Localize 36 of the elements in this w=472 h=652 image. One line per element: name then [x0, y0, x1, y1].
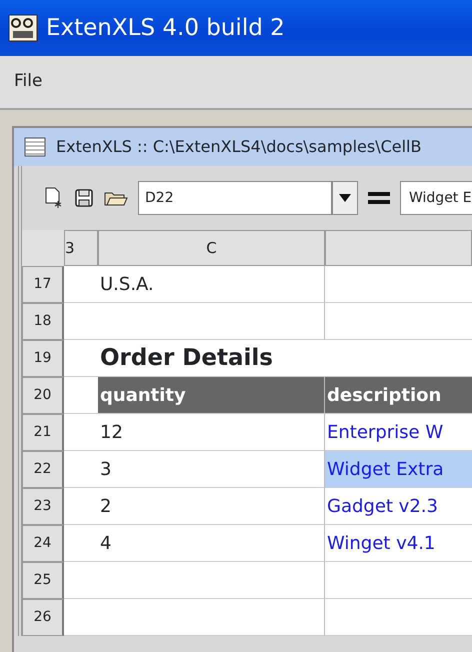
row-header: 24: [22, 525, 64, 562]
table-cell: 4: [98, 525, 325, 562]
spreadsheet-icon: [24, 137, 46, 157]
table-cell: 2: [98, 488, 325, 525]
row-header: 22: [22, 451, 64, 488]
row-header: 18: [22, 303, 64, 340]
row-header: 23: [22, 488, 64, 525]
document-title: ExtenXLS :: C:\ExtenXLS4\docs\samples\CellB: [56, 136, 422, 158]
section-title: Order Details: [98, 340, 325, 377]
row-header: 20: [22, 377, 64, 414]
caret-icon: [339, 194, 351, 202]
table-cell: Gadget v2.3: [325, 488, 472, 525]
table-cell: Winget v4.1: [325, 525, 472, 562]
cell-reference-field[interactable]: D22: [138, 181, 332, 215]
new-sheet-icon[interactable]: [44, 187, 64, 209]
column-header: 3: [64, 230, 98, 266]
row-header: 19: [22, 340, 64, 377]
row-header: 25: [22, 562, 64, 599]
dropdown-button[interactable]: [332, 181, 358, 215]
save-icon[interactable]: [74, 188, 94, 208]
menu-item[interactable]: File: [14, 69, 42, 95]
column-heading: quantity: [98, 377, 325, 414]
equals-icon: [368, 191, 390, 205]
table-cell: 12: [98, 414, 325, 451]
row-header: 21: [22, 414, 64, 451]
formula-field[interactable]: Widget E: [400, 181, 472, 215]
window-title: ExtenXLS 4.0 build 2: [46, 14, 285, 43]
table-cell: Enterprise W: [325, 414, 472, 451]
table-cell: U.S.A.: [98, 266, 325, 303]
row-header: 17: [22, 266, 64, 303]
column-heading: description: [325, 377, 472, 414]
column-header: C: [98, 230, 325, 266]
table-cell: Widget Extra: [325, 451, 472, 488]
table-cell: 3: [98, 451, 325, 488]
app-icon: [8, 14, 38, 42]
row-header: 26: [22, 599, 64, 636]
